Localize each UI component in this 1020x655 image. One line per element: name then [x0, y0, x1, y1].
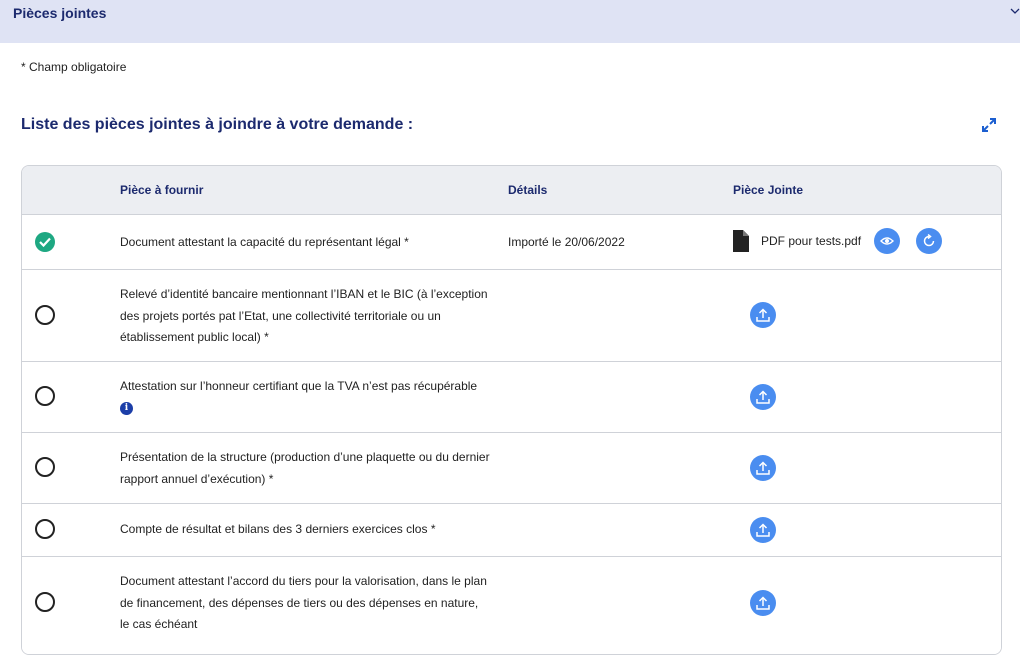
upload-icon — [756, 308, 770, 322]
empty-circle-icon — [35, 386, 55, 406]
info-icon[interactable]: i — [120, 401, 133, 415]
chevron-down-icon[interactable] — [1010, 6, 1020, 16]
empty-circle-icon — [35, 457, 55, 477]
table-row: Présentation de la structure (production… — [22, 433, 1001, 504]
document-label: Relevé d’identité bancaire mentionnant l… — [120, 287, 488, 344]
attached-file-name[interactable]: PDF pour tests.pdf — [761, 234, 861, 248]
upload-button[interactable] — [750, 590, 776, 616]
empty-circle-icon — [35, 305, 55, 325]
table-row: Document attestant la capacité du représ… — [22, 215, 1001, 270]
header-piece: Pièce à fournir — [120, 183, 204, 197]
document-label-wrapper: Attestation sur l’honneur certifiant que… — [120, 376, 490, 419]
replace-file-button[interactable] — [916, 228, 942, 254]
import-details: Importé le 20/06/2022 — [508, 235, 625, 249]
upload-icon — [756, 390, 770, 404]
document-label: Présentation de la structure (production… — [120, 450, 490, 486]
file-icon — [733, 230, 749, 252]
upload-icon — [756, 461, 770, 475]
document-label: Document attestant l’accord du tiers pou… — [120, 574, 487, 631]
table-row: Attestation sur l’honneur certifiant que… — [22, 362, 1001, 433]
table-header: Pièce à fournir Détails Pièce Jointe — [22, 166, 1001, 215]
upload-icon — [756, 596, 770, 610]
document-label: Attestation sur l’honneur certifiant que… — [120, 379, 478, 393]
upload-icon — [756, 523, 770, 537]
section-title: Pièces jointes — [13, 5, 107, 21]
empty-circle-icon — [35, 592, 55, 612]
upload-button[interactable] — [750, 455, 776, 481]
upload-button[interactable] — [750, 302, 776, 328]
refresh-icon — [923, 234, 935, 247]
upload-button[interactable] — [750, 517, 776, 543]
header-attachment: Pièce Jointe — [733, 183, 804, 197]
attachments-table: Pièce à fournir Détails Pièce Jointe Doc… — [21, 165, 1002, 655]
table-row: Document attestant l’accord du tiers pou… — [22, 557, 1001, 654]
header-details: Détails — [508, 183, 548, 197]
empty-circle-icon — [35, 519, 55, 539]
check-circle-icon — [35, 232, 55, 252]
table-row: Compte de résultat et bilans des 3 derni… — [22, 504, 1001, 557]
view-file-button[interactable] — [874, 228, 900, 254]
eye-icon — [880, 237, 894, 245]
list-title: Liste des pièces jointes à joindre à vot… — [21, 116, 414, 133]
upload-button[interactable] — [750, 384, 776, 410]
expand-icon[interactable] — [981, 117, 997, 133]
document-label: Compte de résultat et bilans des 3 derni… — [120, 522, 436, 536]
table-row: Relevé d’identité bancaire mentionnant l… — [22, 270, 1001, 362]
document-label: Document attestant la capacité du représ… — [120, 235, 409, 249]
section-header[interactable]: Pièces jointes — [0, 0, 1020, 43]
required-note: * Champ obligatoire — [21, 60, 127, 74]
